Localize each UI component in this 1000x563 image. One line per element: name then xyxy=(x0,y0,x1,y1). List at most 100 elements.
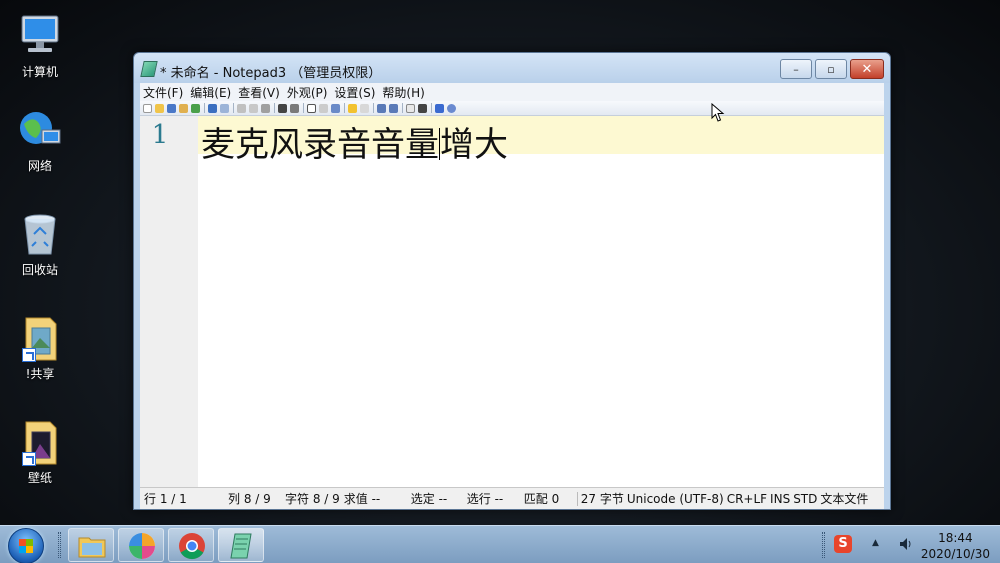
status-selection[interactable]: 选定 -- xyxy=(407,490,463,507)
cut-icon[interactable] xyxy=(237,103,246,113)
notepad3-icon xyxy=(230,533,252,559)
menu-edit[interactable]: 编辑(E) xyxy=(187,83,234,101)
scheme-icon[interactable] xyxy=(406,103,415,113)
status-chars[interactable]: 字符 8 / 9 xyxy=(281,490,344,507)
word-wrap-icon[interactable] xyxy=(307,103,316,113)
toolbar-separator xyxy=(373,103,374,113)
exit-icon[interactable] xyxy=(447,103,456,113)
zoom-in-icon[interactable] xyxy=(331,103,340,113)
toolbar-separator xyxy=(274,103,275,113)
pinwheel-app-icon xyxy=(129,533,155,559)
browse-icon[interactable] xyxy=(191,103,200,113)
close-button[interactable]: ✕ xyxy=(850,59,884,79)
toolbar xyxy=(140,101,884,115)
clock-date: 2020/10/30 xyxy=(920,547,990,561)
folder-shortcut-icon xyxy=(16,314,64,362)
title-bar[interactable]: * 未命名 - Notepad3 （管理员权限） – ▫ ✕ xyxy=(134,53,890,83)
desktop-icon-computer[interactable]: 计算机 xyxy=(6,12,74,80)
folder-shortcut-icon xyxy=(16,418,64,466)
copy-icon[interactable] xyxy=(249,103,258,113)
add-favorite-icon[interactable] xyxy=(360,103,369,113)
menu-file[interactable]: 文件(F) xyxy=(140,83,186,101)
maximize-button[interactable]: ▫ xyxy=(815,59,847,79)
taskbar-chrome[interactable] xyxy=(168,528,214,562)
line-number: 1 xyxy=(151,120,169,150)
notepad3-icon xyxy=(140,61,158,77)
menu-settings[interactable]: 设置(S) xyxy=(331,83,378,101)
status-sum[interactable]: 求值 -- xyxy=(344,490,407,507)
favorites-icon[interactable] xyxy=(348,103,357,113)
desktop-icon-label: 回收站 xyxy=(21,263,58,277)
desktop-icon-recycle-bin[interactable]: 回收站 xyxy=(6,210,74,278)
menu-appearance[interactable]: 外观(P) xyxy=(284,83,331,101)
show-hidden-icons-icon[interactable]: ▲ xyxy=(872,538,879,548)
menu-bar: 文件(F) 编辑(E) 查看(V) 外观(P) 设置(S) 帮助(H) xyxy=(140,83,884,101)
status-column[interactable]: 列 8 / 9 xyxy=(224,490,281,507)
taskbar-file-explorer[interactable] xyxy=(68,528,114,562)
open-file-icon[interactable] xyxy=(155,103,164,113)
taskbar-pinwheel-app[interactable] xyxy=(118,528,164,562)
taskbar-grip[interactable] xyxy=(822,532,825,558)
system-clock[interactable]: 18:44 2020/10/30 xyxy=(921,530,990,562)
mouse-pointer-icon xyxy=(711,103,725,122)
redo-icon[interactable] xyxy=(220,103,229,113)
network-icon xyxy=(16,106,64,154)
taskbar: S ▲ 18:44 2020/10/30 xyxy=(0,525,1000,563)
zoom-out-icon[interactable] xyxy=(389,103,398,113)
undo-icon[interactable] xyxy=(208,103,217,113)
notepad3-window: * 未命名 - Notepad3 （管理员权限） – ▫ ✕ 文件(F) 编辑(… xyxy=(133,52,891,510)
menu-view[interactable]: 查看(V) xyxy=(235,83,283,101)
status-ins[interactable]: INS xyxy=(770,492,793,506)
new-file-icon[interactable] xyxy=(143,103,152,113)
window-title: * 未命名 - Notepad3 （管理员权限） xyxy=(160,66,382,81)
minimize-icon: – xyxy=(793,62,799,76)
text-editor[interactable]: 1 麦克风录音音量增大 xyxy=(140,115,884,487)
ime-label: S xyxy=(838,536,848,551)
paste-icon[interactable] xyxy=(261,103,270,113)
text-before-caret: 麦克风录音音量 xyxy=(201,125,439,165)
sogou-ime-icon[interactable]: S xyxy=(834,535,852,553)
clock-time: 18:44 xyxy=(938,531,973,545)
status-size[interactable]: 27 字节 xyxy=(578,490,627,507)
customize-icon[interactable] xyxy=(418,103,427,113)
start-button[interactable] xyxy=(8,528,44,563)
text-after-caret: 增大 xyxy=(440,125,508,165)
toolbar-separator xyxy=(204,103,205,113)
computer-icon xyxy=(16,12,64,60)
status-selected-lines[interactable]: 选行 -- xyxy=(463,490,520,507)
editor-line-text[interactable]: 麦克风录音音量增大 xyxy=(201,117,508,166)
taskbar-notepad3[interactable] xyxy=(218,528,264,562)
save-icon[interactable] xyxy=(167,103,176,113)
status-std[interactable]: STD xyxy=(793,492,820,506)
status-bar: 行 1 / 1 列 8 / 9 字符 8 / 9 求值 -- 选定 -- 选行 … xyxy=(140,487,884,509)
desktop-icon-label: 网络 xyxy=(27,159,52,173)
toolbar-separator xyxy=(344,103,345,113)
save-as-icon[interactable] xyxy=(179,103,188,113)
status-file-type[interactable]: 文本文件 xyxy=(820,490,868,507)
desktop-icon-label: !共享 xyxy=(25,367,55,381)
volume-icon[interactable] xyxy=(898,536,914,552)
status-match[interactable]: 匹配 0 xyxy=(520,490,577,507)
menu-help[interactable]: 帮助(H) xyxy=(379,83,427,101)
desktop-icon-label: 计算机 xyxy=(21,65,58,79)
minimize-button[interactable]: – xyxy=(780,59,812,79)
desktop-icon-wallpaper-folder[interactable]: 壁纸 xyxy=(6,418,74,486)
desktop-icon-share-folder[interactable]: !共享 xyxy=(6,314,74,382)
zoom-in-icon[interactable] xyxy=(377,103,386,113)
long-line-icon[interactable] xyxy=(319,103,328,113)
status-eol[interactable]: CR+LF xyxy=(727,492,770,506)
maximize-icon: ▫ xyxy=(827,62,835,76)
toolbar-separator xyxy=(303,103,304,113)
desktop-icon-label: 壁纸 xyxy=(27,471,52,485)
status-encoding[interactable]: Unicode (UTF-8) xyxy=(627,492,727,506)
desktop-icon-network[interactable]: 网络 xyxy=(6,106,74,174)
pin-icon[interactable] xyxy=(435,103,444,113)
toolbar-separator xyxy=(233,103,234,113)
status-line[interactable]: 行 1 / 1 xyxy=(140,490,224,507)
recycle-bin-icon xyxy=(16,210,64,258)
find-icon[interactable] xyxy=(278,103,287,113)
replace-icon[interactable] xyxy=(290,103,299,113)
close-icon: ✕ xyxy=(861,61,873,77)
taskbar-grip[interactable] xyxy=(58,532,61,558)
toolbar-separator xyxy=(402,103,403,113)
